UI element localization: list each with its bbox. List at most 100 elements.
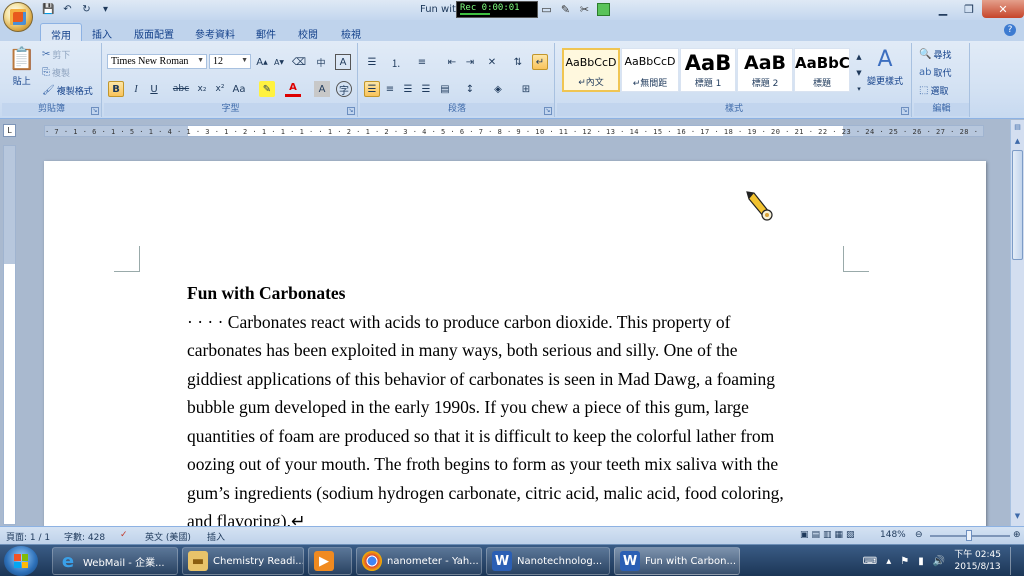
bullets-icon[interactable]: ☰	[364, 54, 380, 70]
align-center-icon[interactable]: ≡	[382, 81, 398, 97]
char-border-icon[interactable]: A	[335, 54, 351, 70]
style-heading-1[interactable]: AaB 標題 1	[680, 48, 736, 92]
zoom-slider-knob[interactable]	[966, 530, 972, 541]
select-button[interactable]: ⬚ 選取	[919, 84, 948, 97]
change-styles-button[interactable]: A 變更樣式	[867, 47, 903, 87]
flag-icon[interactable]: ⚑	[900, 556, 909, 567]
stop-record-icon[interactable]	[597, 3, 610, 16]
style-heading-2[interactable]: AaB 標題 2	[737, 48, 793, 92]
undo-icon[interactable]: ↶	[61, 3, 74, 16]
taskbar-item-webmail[interactable]: e WebMail - 企業...	[52, 547, 178, 575]
page-count[interactable]: 頁面: 1 / 1	[6, 530, 50, 543]
shrink-font-icon[interactable]: A ▼	[271, 54, 287, 70]
paragraph-launcher[interactable]: ↘	[544, 107, 552, 115]
view-buttons-icon[interactable]: ▣▤▥▦▧	[800, 530, 858, 540]
char-shading-icon[interactable]: A	[314, 81, 330, 97]
tab-view[interactable]: 檢視	[331, 23, 371, 41]
change-case-icon[interactable]: Aa	[231, 81, 247, 97]
tab-page-layout[interactable]: 版面配置	[124, 23, 184, 41]
phonetic-guide-icon[interactable]: 中	[313, 54, 329, 70]
copy-button[interactable]: ⎘ 複製	[42, 66, 70, 79]
numbering-icon[interactable]: ⒈	[388, 54, 404, 70]
zoom-out-icon[interactable]: ⊖	[915, 530, 923, 540]
styles-scroll-down-icon[interactable]: ▼	[851, 65, 867, 81]
qat-customize-icon[interactable]: ▾	[99, 3, 112, 16]
increase-indent-icon[interactable]: ⇥	[462, 54, 478, 70]
asian-layout-icon[interactable]: ✕	[484, 54, 500, 70]
justify-icon[interactable]: ☰	[418, 81, 434, 97]
scissors-icon[interactable]: ✂	[578, 3, 591, 16]
superscript-button[interactable]: x²	[212, 81, 228, 97]
pencil-tool-icon[interactable]: ✎	[559, 3, 572, 16]
subscript-button[interactable]: x₂	[194, 81, 210, 97]
styles-launcher[interactable]: ↘	[901, 107, 909, 115]
tab-review[interactable]: 校閱	[288, 23, 328, 41]
word-count[interactable]: 字數: 428	[64, 530, 105, 543]
clear-format-icon[interactable]: ⌫	[291, 54, 307, 70]
tab-home[interactable]: 常用	[40, 23, 82, 42]
taskbar-item-nanometer[interactable]: nanometer - Yah...	[356, 547, 482, 575]
ruler-toggle-icon[interactable]: ▤	[1012, 122, 1023, 133]
align-left-icon[interactable]: ☰	[364, 81, 380, 97]
styles-scroll-up-icon[interactable]: ▲	[851, 49, 867, 65]
style-normal[interactable]: AaBbCcD ↵內文	[562, 48, 620, 92]
clipboard-launcher[interactable]: ↘	[91, 107, 99, 115]
bold-button[interactable]: B	[108, 81, 124, 97]
zoom-level[interactable]: 148%	[880, 530, 906, 540]
tab-insert[interactable]: 插入	[82, 23, 122, 41]
clock[interactable]: 下午 02:45 2015/8/13	[954, 549, 1001, 573]
font-size-combo[interactable]: 12 ▼	[209, 54, 251, 69]
zoom-in-icon[interactable]: ⊕	[1013, 530, 1021, 540]
taskbar-item-fun-with-carbonates[interactable]: W Fun with Carbon...	[614, 547, 740, 575]
network-icon[interactable]: ▮	[918, 556, 924, 567]
borders-icon[interactable]: ⊞	[518, 81, 534, 97]
scroll-thumb[interactable]	[1012, 150, 1023, 260]
enclose-char-icon[interactable]: 字	[336, 81, 352, 97]
strikethrough-button[interactable]: abc	[173, 81, 189, 97]
insert-mode[interactable]: 插入	[207, 530, 225, 543]
horizontal-ruler[interactable]: · 7 · 1 · 6 · 1 · 5 · 1 · 4 · 1 · 3 · 1 …	[44, 125, 984, 137]
align-right-icon[interactable]: ☰	[400, 81, 416, 97]
highlight-icon[interactable]: ✎	[259, 81, 275, 97]
tab-selector[interactable]: L	[3, 124, 16, 137]
font-launcher[interactable]: ↘	[347, 107, 355, 115]
tab-references[interactable]: 參考資料	[185, 23, 245, 41]
volume-icon[interactable]: 🔊	[933, 556, 945, 567]
close-icon[interactable]: ✕	[982, 0, 1024, 18]
start-button[interactable]	[4, 546, 38, 576]
scroll-up-icon[interactable]: ▲	[1012, 136, 1023, 147]
language-status[interactable]: 英文 (美國)	[145, 530, 191, 543]
font-name-combo[interactable]: Times New Roman ▼	[107, 54, 207, 69]
replace-button[interactable]: ab 取代	[919, 66, 952, 79]
scroll-down-icon[interactable]: ▼	[1012, 511, 1023, 522]
show-desktop-button[interactable]	[1010, 547, 1020, 575]
save-icon[interactable]: 💾	[42, 3, 55, 16]
italic-button[interactable]: I	[128, 81, 144, 97]
styles-more-icon[interactable]: ▾	[851, 81, 867, 97]
comment-icon[interactable]: ▭	[540, 3, 553, 16]
line-spacing-icon[interactable]: ↕	[462, 81, 478, 97]
grow-font-icon[interactable]: A ▲	[254, 54, 270, 70]
vertical-ruler[interactable]	[3, 145, 16, 525]
shading-icon[interactable]: ◈	[490, 81, 506, 97]
redo-icon[interactable]: ↻	[80, 3, 93, 16]
style-no-spacing[interactable]: AaBbCcD ↵無間距	[621, 48, 679, 92]
style-title[interactable]: AaBbC 標題	[794, 48, 850, 92]
decrease-indent-icon[interactable]: ⇤	[444, 54, 460, 70]
underline-button[interactable]: U	[146, 81, 162, 97]
taskbar-item-media-player[interactable]: ▶	[308, 547, 352, 575]
restore-icon[interactable]: ❐	[956, 0, 982, 18]
document-body[interactable]: Fun with Carbonates · · · · Carbonates r…	[187, 279, 847, 536]
vertical-scrollbar[interactable]: ▤ ▲ ▼	[1010, 120, 1024, 526]
cut-button[interactable]: ✂ 剪下	[42, 48, 70, 61]
minimize-icon[interactable]: ▁	[930, 0, 956, 18]
keyboard-icon[interactable]: ⌨	[863, 556, 877, 567]
help-icon[interactable]: ?	[1004, 24, 1016, 36]
show-hidden-icon[interactable]: ▴	[886, 556, 891, 567]
distribute-icon[interactable]: ▤	[437, 81, 453, 97]
sort-icon[interactable]: ⇅	[510, 54, 526, 70]
office-button[interactable]	[3, 2, 33, 32]
taskbar-item-nanotechnology[interactable]: W Nanotechnolog...	[486, 547, 610, 575]
find-button[interactable]: 🔍 尋找	[919, 48, 951, 61]
tab-mailings[interactable]: 郵件	[246, 23, 286, 41]
